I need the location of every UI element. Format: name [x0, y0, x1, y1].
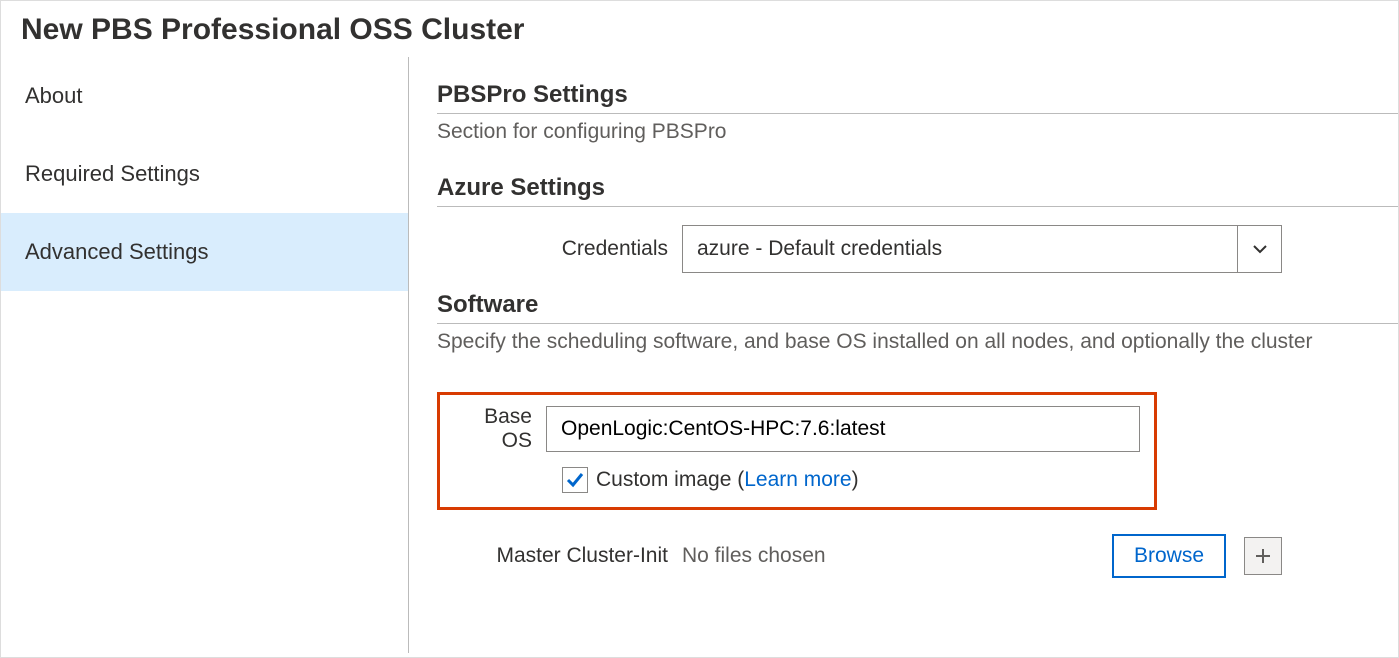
plus-icon [1254, 547, 1272, 565]
sidebar-item-required-settings[interactable]: Required Settings [1, 135, 408, 213]
pbspro-desc: Section for configuring PBSPro [437, 120, 1398, 144]
software-desc: Specify the scheduling software, and bas… [437, 330, 1398, 354]
content-area: PBSPro Settings Section for configuring … [409, 57, 1398, 653]
add-button[interactable] [1244, 537, 1282, 575]
base-os-input[interactable] [546, 406, 1140, 452]
pbspro-heading: PBSPro Settings [437, 81, 1398, 109]
credentials-value: azure - Default credentials [683, 226, 1237, 272]
credentials-label: Credentials [437, 237, 682, 261]
chevron-down-icon[interactable] [1237, 226, 1281, 272]
master-cluster-init-label: Master Cluster-Init [437, 544, 682, 568]
credentials-select[interactable]: azure - Default credentials [682, 225, 1282, 273]
no-files-text: No files chosen [682, 544, 826, 568]
check-icon [566, 471, 584, 489]
custom-image-label: Custom image (Learn more) [596, 468, 859, 492]
sidebar-item-about[interactable]: About [1, 57, 408, 135]
sidebar-item-advanced-settings[interactable]: Advanced Settings [1, 213, 408, 291]
learn-more-link[interactable]: Learn more [744, 468, 851, 491]
base-os-label: Base OS [454, 405, 546, 453]
base-os-highlight: Base OS Custom image (Learn more) [437, 392, 1157, 510]
sidebar: About Required Settings Advanced Setting… [1, 57, 409, 653]
software-heading: Software [437, 291, 1398, 319]
custom-image-checkbox[interactable] [562, 467, 588, 493]
browse-button[interactable]: Browse [1112, 534, 1226, 578]
page-title: New PBS Professional OSS Cluster [1, 1, 1398, 57]
azure-heading: Azure Settings [437, 174, 1398, 202]
